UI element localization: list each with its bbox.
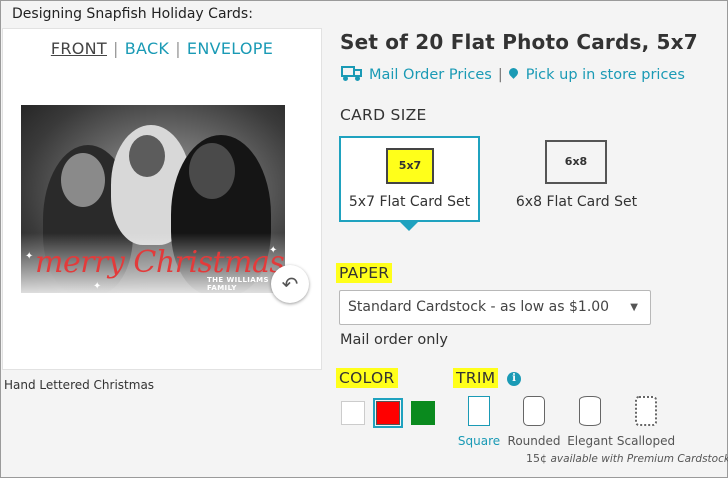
mail-order-prices-link[interactable]: Mail Order Prices [369, 67, 492, 83]
size-option-6x8[interactable]: 6x8 6x8 Flat Card Set [506, 136, 647, 222]
location-pin-icon [506, 66, 520, 79]
trim-availability: available with Premium Cardstock [550, 453, 728, 465]
card-photo-preview: ✦ ✦ ✦ merry Christmas THE WILLIAMS FAMIL… [21, 105, 285, 293]
trim-option-scalloped[interactable]: Scalloped [611, 396, 681, 448]
color-swatch-white[interactable] [341, 401, 365, 425]
card-size-label: CARD SIZE [340, 106, 427, 124]
card-preview-panel: FRONT | BACK | ENVELOPE ✦ ✦ ✦ merry Christma… [2, 28, 322, 370]
star-icon: ✦ [25, 251, 34, 262]
rotate-icon: ↶ [281, 272, 299, 296]
color-swatch-red[interactable] [373, 398, 403, 428]
trim-elegant-icon [579, 396, 601, 426]
info-icon[interactable]: i [507, 372, 521, 386]
size-thumb-5x7: 5x7 [386, 148, 434, 184]
size-option-label: 5x7 Flat Card Set [348, 194, 471, 210]
tab-separator: | [113, 39, 119, 58]
chevron-down-icon: ▼ [630, 302, 638, 313]
rotate-card-button[interactable]: ↶ [271, 265, 309, 303]
paper-select-value: Standard Cardstock - as low as $1.00 [348, 299, 610, 315]
selected-size-caret [400, 222, 418, 231]
paper-label: PAPER [336, 263, 393, 283]
trim-price: 15¢ [526, 452, 547, 465]
link-separator: | [497, 67, 503, 83]
trim-price-note: 15¢ available with Premium Cardstock [526, 452, 728, 465]
photo-face [61, 153, 105, 207]
screenshot-caption: Designing Snapfish Holiday Cards: [12, 6, 253, 22]
product-title: Set of 20 Flat Photo Cards, 5x7 [340, 30, 698, 54]
design-name: Hand Lettered Christmas [4, 378, 155, 392]
trim-rounded-icon [523, 396, 545, 426]
paper-note: Mail order only [340, 332, 449, 348]
tab-separator: | [175, 39, 181, 58]
paper-select[interactable]: Standard Cardstock - as low as $1.00 ▼ [339, 290, 651, 325]
tab-back[interactable]: BACK [125, 39, 170, 58]
tab-front[interactable]: FRONT [51, 39, 107, 58]
preview-view-tabs: FRONT | BACK | ENVELOPE [3, 39, 321, 58]
photo-face [129, 135, 165, 177]
trim-label: TRIM [453, 368, 499, 388]
truck-icon [341, 66, 363, 81]
color-label: COLOR [336, 368, 398, 388]
star-icon: ✦ [93, 281, 102, 292]
size-option-label: 6x8 Flat Card Set [515, 194, 638, 210]
tab-envelope[interactable]: ENVELOPE [187, 39, 273, 58]
pickup-prices-link[interactable]: Pick up in store prices [526, 67, 685, 83]
trim-scalloped-icon [635, 396, 657, 426]
trim-option-label: Scalloped [616, 434, 676, 448]
size-option-5x7[interactable]: 5x7 5x7 Flat Card Set [339, 136, 480, 222]
card-greeting-text: merry Christmas [35, 245, 285, 280]
size-thumb-6x8: 6x8 [545, 140, 607, 184]
photo-face [189, 143, 235, 199]
color-swatch-green[interactable] [411, 401, 435, 425]
price-links: Mail Order Prices | Pick up in store price… [341, 66, 685, 83]
trim-square-icon [468, 396, 490, 426]
